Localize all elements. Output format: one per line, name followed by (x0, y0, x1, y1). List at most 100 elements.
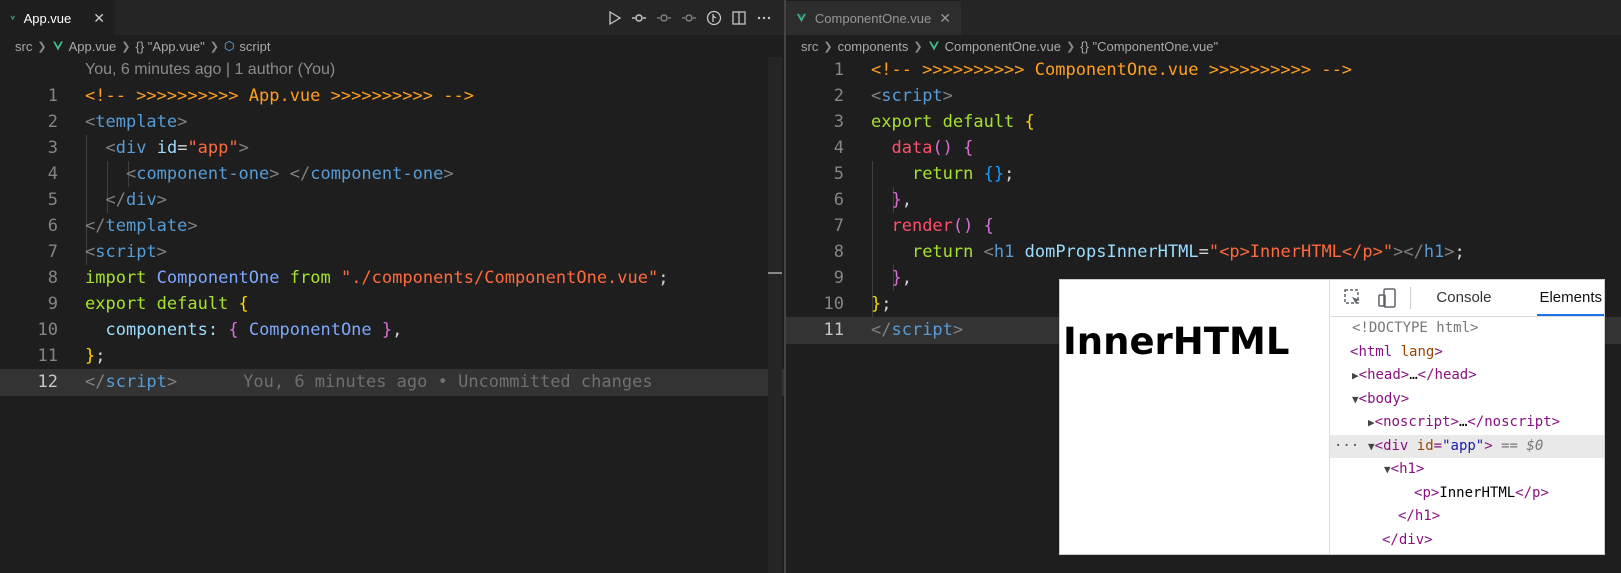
breadcrumb-folder[interactable]: components (838, 39, 909, 54)
text-node: InnerHTML (1439, 484, 1516, 501)
git-compare-icon[interactable] (631, 10, 647, 26)
tag: script (881, 86, 943, 106)
dom-div-app-selected[interactable]: ··· ▼<div id="app"> == $0 (1330, 434, 1604, 459)
close-icon[interactable]: ✕ (939, 10, 951, 27)
tag-name: h1 (1399, 461, 1416, 477)
keyword: return (911, 164, 974, 184)
code-line: 6 }, (786, 187, 1621, 214)
dom-html[interactable]: <html lang> (1330, 341, 1604, 365)
tag: script (891, 320, 953, 340)
editor-actions (606, 0, 772, 35)
tag-name: div (1383, 437, 1409, 454)
code-line: 5 </div> (0, 187, 784, 214)
run-icon[interactable] (606, 10, 622, 26)
dom-h1[interactable]: ▼<h1> (1330, 458, 1604, 482)
line-number: 7 (47, 242, 58, 262)
identifier: ComponentOne (248, 320, 372, 340)
tab-componentone-vue[interactable]: ComponentOne.vue ✕ (786, 0, 961, 35)
breadcrumb-src[interactable]: src (15, 39, 32, 54)
line-number: 2 (833, 86, 844, 106)
breadcrumb-file[interactable]: App.vue (69, 39, 117, 54)
line-number: 10 (37, 320, 58, 340)
previous-change-icon[interactable] (656, 10, 672, 26)
line-number: 4 (47, 164, 58, 184)
code-line: 1 <!-- >>>>>>>>>> App.vue >>>>>>>>>> --> (0, 83, 784, 110)
tag: script (95, 242, 157, 262)
breadcrumb-module[interactable]: {} "App.vue" (135, 39, 204, 54)
attr: domPropsInnerHTML (1024, 242, 1199, 262)
vertical-scrollbar[interactable] (768, 57, 782, 573)
line-number: 1 (47, 86, 58, 106)
attr-value: "app" (1442, 437, 1485, 454)
tag-name: h1 (1414, 508, 1432, 524)
line-number: 5 (47, 190, 58, 210)
more-actions-icon[interactable] (756, 10, 772, 26)
vue-file-icon (796, 13, 806, 23)
breadcrumb-module[interactable]: {} "ComponentOne.vue" (1080, 39, 1218, 54)
line-number: 9 (833, 268, 844, 288)
collapse-triangle-icon[interactable]: ▼ (1368, 440, 1375, 453)
inspect-element-icon[interactable] (1342, 287, 1364, 309)
tag: script (105, 372, 167, 392)
expand-triangle-icon[interactable]: ▶ (1368, 416, 1375, 429)
browser-devtools-screenshot: InnerHTML Console Elements <!DOCTYPE htm… (1059, 279, 1605, 555)
tag: div (125, 190, 157, 210)
more-icon[interactable]: ··· (1334, 435, 1359, 459)
breadcrumb-file[interactable]: ComponentOne.vue (945, 39, 1061, 54)
line-number: 3 (833, 112, 844, 132)
split-editor-icon[interactable] (731, 10, 747, 26)
line-number: 11 (823, 320, 844, 340)
expand-triangle-icon[interactable]: ▶ (1352, 369, 1359, 382)
git-branch-icon[interactable] (706, 10, 722, 26)
function-name: render (891, 216, 953, 236)
code-line: 4 <component-one> </component-one> (0, 161, 784, 188)
code-line: 2 <template> (0, 109, 784, 136)
dom-h1-close[interactable]: </h1> (1330, 505, 1604, 529)
tag-name: noscript (1484, 414, 1552, 430)
line-number: 3 (47, 138, 58, 158)
dom-div-close[interactable]: </div> (1330, 529, 1604, 553)
line-number: 1 (833, 60, 844, 80)
breadcrumb-src[interactable]: src (801, 39, 818, 54)
collapse-triangle-icon[interactable]: ▼ (1352, 393, 1359, 406)
dom-noscript[interactable]: ▶<noscript>…</noscript> (1330, 411, 1604, 435)
tag: component-one (310, 164, 444, 184)
tab-app-vue[interactable]: App.vue ✕ (0, 0, 115, 35)
dom-p[interactable]: <p>InnerHTML</p> (1330, 482, 1604, 506)
close-icon[interactable]: ✕ (93, 10, 105, 27)
line-number: 11 (37, 346, 58, 366)
collapse-triangle-icon[interactable]: ▼ (1384, 463, 1391, 476)
tab-label: App.vue (23, 10, 72, 26)
tab-bar-left: App.vue ✕ (0, 0, 784, 35)
device-toolbar-icon[interactable] (1376, 287, 1398, 309)
attr: id (156, 138, 178, 158)
breadcrumb: src ❯ App.vue ❯ {} "App.vue" ❯ ⬡ script (0, 35, 784, 57)
comment: <!-- >>>>>>>>>> App.vue >>>>>>>>>> --> (85, 86, 474, 106)
line-number: 5 (833, 164, 844, 184)
codelens-blame[interactable]: You, 6 minutes ago | 1 author (You) (85, 57, 335, 83)
code-line: 7 render() { (786, 213, 1621, 240)
vue-file-icon (928, 41, 939, 51)
tag: h1 (1423, 242, 1445, 262)
next-change-icon[interactable] (681, 10, 697, 26)
chevron-right-icon: ❯ (913, 40, 923, 53)
code-line: 8 return <h1 domPropsInnerHTML="<p>Inner… (786, 239, 1621, 266)
symbol-icon: ⬡ (223, 39, 235, 53)
chevron-right-icon: ❯ (823, 40, 833, 53)
property: components: (105, 320, 219, 340)
tab-label: ComponentOne.vue (814, 10, 932, 26)
chevron-right-icon: ❯ (1065, 40, 1076, 53)
tab-bar-right: ComponentOne.vue ✕ (786, 0, 1621, 35)
code-editor-left[interactable]: You, 6 minutes ago | 1 author (You) 1 <!-… (0, 57, 784, 573)
tab-console[interactable]: Console (1434, 280, 1493, 316)
breadcrumb-symbol[interactable]: script (239, 39, 270, 54)
dom-body[interactable]: ▼<body> (1330, 388, 1604, 412)
dom-head[interactable]: ▶<head>…</head> (1330, 364, 1604, 388)
line-number: 10 (823, 294, 844, 314)
tag-name: head (1434, 367, 1469, 383)
tab-elements[interactable]: Elements (1537, 280, 1604, 316)
keyword: export default (85, 294, 229, 314)
dom-doctype[interactable]: <!DOCTYPE html> (1330, 317, 1604, 341)
devtools-panel: Console Elements <!DOCTYPE html> <html l… (1329, 280, 1604, 554)
code-line: 3 <div id="app"> (0, 135, 784, 162)
